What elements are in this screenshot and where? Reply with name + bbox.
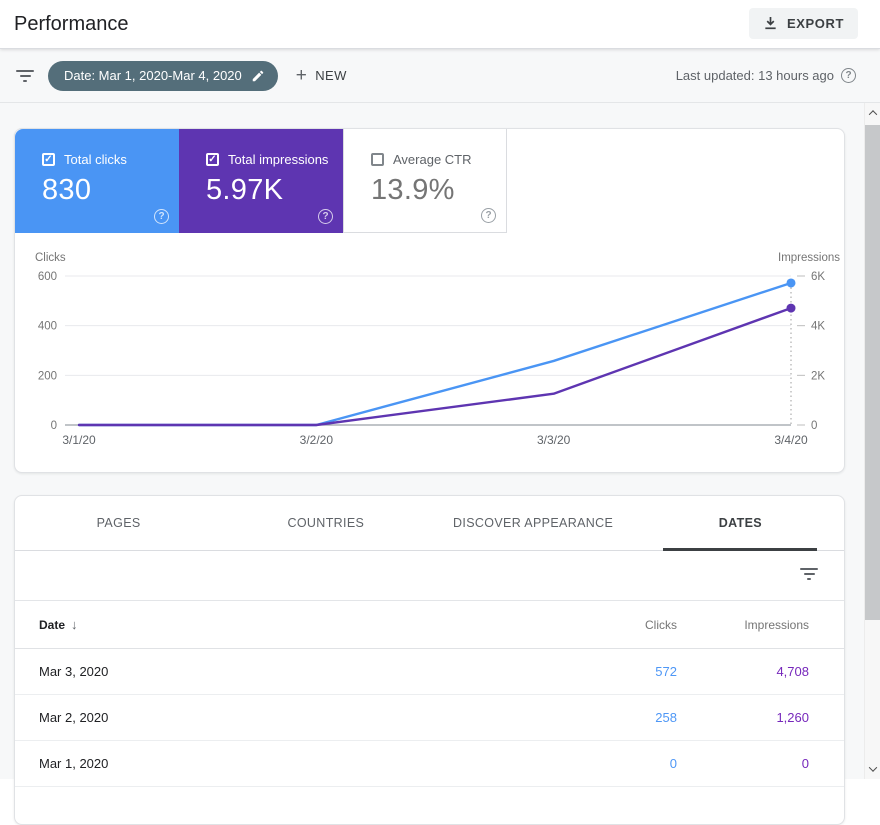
performance-chart[interactable]: 0 0 200 2K 400 4K 600 6K Clicks Impressions 3/1/20…	[15, 246, 846, 474]
export-label: EXPORT	[787, 16, 844, 31]
scrollbar-down-button[interactable]	[865, 761, 880, 777]
metric-label: Average CTR	[393, 152, 472, 167]
table-row[interactable]: Mar 3, 20205724,708	[15, 649, 844, 695]
svg-text:0: 0	[811, 420, 817, 432]
svg-text:3/2/20: 3/2/20	[300, 433, 334, 447]
svg-text:2K: 2K	[811, 370, 825, 382]
table-filter-icon[interactable]	[800, 568, 818, 580]
new-filter-button[interactable]: + NEW	[296, 66, 347, 85]
table-header: Date ↓ Clicks Impressions	[15, 601, 844, 649]
metric-cards: ✓ Total clicks 830? ✓ Total impressions 5.97K…	[15, 129, 507, 233]
scrollbar-up-button[interactable]	[865, 105, 880, 121]
help-icon[interactable]: ?	[318, 209, 333, 224]
data-table-card: PAGESCOUNTRIESDISCOVER APPEARANCEDATES D…	[14, 495, 845, 825]
checkbox-unchecked-icon[interactable]	[371, 153, 384, 166]
last-updated: Last updated: 13 hours ago ?	[676, 68, 856, 83]
sort-descending-icon[interactable]: ↓	[71, 617, 78, 632]
chevron-down-icon	[869, 763, 877, 771]
impressions-cell: 4,708	[677, 664, 809, 679]
impressions-cell: 1,260	[677, 710, 809, 725]
clicks-cell: 258	[557, 710, 677, 725]
plus-icon: +	[296, 66, 308, 85]
metric-label: Total clicks	[64, 152, 127, 167]
clicks-cell: 0	[557, 756, 677, 771]
svg-text:4K: 4K	[811, 321, 825, 333]
chart-card: ✓ Total clicks 830? ✓ Total impressions 5.97K…	[14, 128, 845, 473]
app-header: Performance EXPORT	[0, 0, 880, 49]
table-row[interactable]: Mar 1, 202000	[15, 741, 844, 787]
date-filter-chip[interactable]: Date: Mar 1, 2020-Mar 4, 2020	[48, 61, 278, 91]
svg-text:6K: 6K	[811, 271, 825, 283]
scrollbar[interactable]	[864, 103, 880, 779]
metric-card-total-clicks[interactable]: ✓ Total clicks 830?	[15, 129, 179, 233]
date-filter-label: Date: Mar 1, 2020-Mar 4, 2020	[64, 68, 242, 83]
filter-bar: Date: Mar 1, 2020-Mar 4, 2020 + NEW Last…	[0, 49, 880, 103]
tab-pages[interactable]: PAGES	[15, 496, 222, 550]
svg-text:3/4/20: 3/4/20	[774, 433, 808, 447]
tab-discover-appearance[interactable]: DISCOVER APPEARANCE	[430, 496, 637, 550]
svg-text:400: 400	[38, 321, 57, 333]
metric-label: Total impressions	[228, 152, 328, 167]
export-button[interactable]: EXPORT	[749, 8, 858, 39]
svg-text:600: 600	[38, 271, 57, 283]
clicks-cell: 572	[557, 664, 677, 679]
new-filter-label: NEW	[315, 68, 347, 83]
metric-card-total-impressions[interactable]: ✓ Total impressions 5.97K?	[179, 129, 343, 233]
tab-bar: PAGESCOUNTRIESDISCOVER APPEARANCEDATES	[15, 496, 844, 551]
impressions-column-header[interactable]: Impressions	[677, 618, 809, 632]
table-toolbar	[15, 551, 844, 601]
table-body: Mar 3, 20205724,708Mar 2, 20202581,260Ma…	[15, 649, 844, 787]
metric-value: 5.97K	[206, 174, 343, 207]
scroll-area: ✓ Total clicks 830? ✓ Total impressions 5.97K…	[0, 103, 864, 779]
impressions-cell: 0	[677, 756, 809, 771]
tab-countries[interactable]: COUNTRIES	[222, 496, 429, 550]
scrollbar-thumb[interactable]	[865, 125, 880, 620]
clicks-column-header[interactable]: Clicks	[557, 618, 677, 632]
date-cell: Mar 3, 2020	[15, 664, 557, 679]
download-icon	[763, 16, 778, 31]
svg-text:3/1/20: 3/1/20	[62, 433, 96, 447]
date-cell: Mar 2, 2020	[15, 710, 557, 725]
page-title: Performance	[14, 13, 129, 36]
svg-text:Clicks: Clicks	[35, 252, 66, 264]
metric-value: 830	[42, 174, 179, 207]
chevron-up-icon	[869, 110, 877, 118]
table-row[interactable]: Mar 2, 20202581,260	[15, 695, 844, 741]
metric-card-average-ctr[interactable]: Average CTR 13.9%?	[343, 129, 507, 233]
date-cell: Mar 1, 2020	[15, 756, 557, 771]
help-icon[interactable]: ?	[841, 68, 856, 83]
help-icon[interactable]: ?	[154, 209, 169, 224]
svg-text:0: 0	[51, 420, 57, 432]
tab-dates[interactable]: DATES	[637, 496, 844, 550]
date-column-header[interactable]: Date ↓	[15, 617, 557, 632]
help-icon[interactable]: ?	[481, 208, 496, 223]
last-updated-text: Last updated: 13 hours ago	[676, 68, 834, 83]
checkbox-checked-icon[interactable]: ✓	[206, 153, 219, 166]
filter-icon[interactable]	[16, 70, 34, 82]
edit-pencil-icon	[251, 69, 265, 83]
checkbox-checked-icon[interactable]: ✓	[42, 153, 55, 166]
metric-value: 13.9%	[371, 174, 506, 207]
svg-text:3/3/20: 3/3/20	[537, 433, 571, 447]
svg-text:Impressions: Impressions	[778, 252, 840, 264]
svg-text:200: 200	[38, 370, 57, 382]
